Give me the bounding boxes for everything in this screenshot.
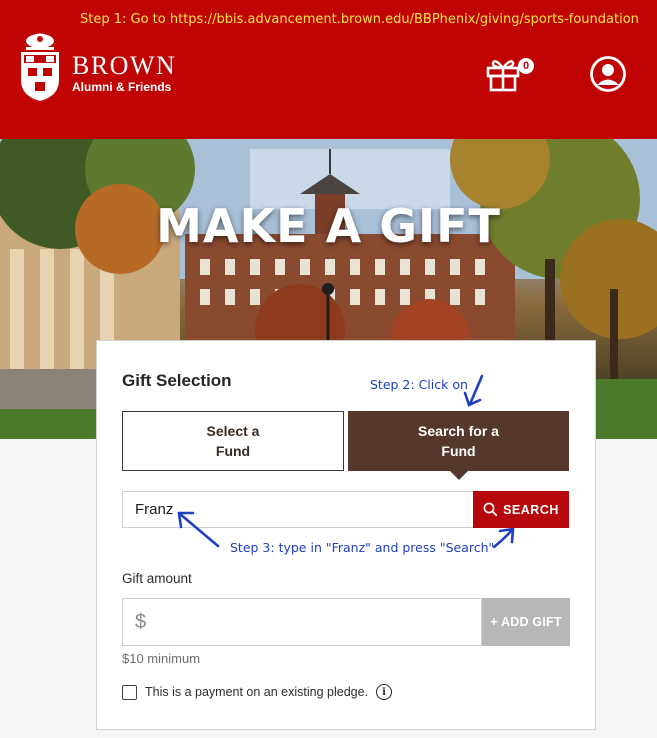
brand-name: BROWN xyxy=(72,51,177,80)
account-icon[interactable] xyxy=(589,55,627,93)
currency-symbol: $ xyxy=(135,611,147,633)
tab-search-label: Search for a Fund xyxy=(418,423,499,459)
step3-annotation: Step 3: type in "Franz" and press "Searc… xyxy=(230,540,495,555)
brand-lockup[interactable]: BROWN Alumni & Friends xyxy=(72,51,177,95)
site-header: Step 1: Go to https://bbis.advancement.b… xyxy=(0,0,657,139)
pledge-checkbox-row: This is a payment on an existing pledge.… xyxy=(122,684,393,700)
pledge-checkbox-label: This is a payment on an existing pledge. xyxy=(145,685,369,699)
tab-select-a-fund[interactable]: Select a Fund xyxy=(122,411,344,471)
fund-search-input[interactable] xyxy=(122,491,474,528)
gift-amount-label: Gift amount xyxy=(122,571,192,586)
add-gift-button[interactable]: + ADD GIFT xyxy=(482,598,570,646)
gift-amount-field-wrapper: $ xyxy=(122,598,482,646)
search-button-label: SEARCH xyxy=(503,502,559,517)
search-button[interactable]: SEARCH xyxy=(473,491,569,528)
tab-select-label: Select a Fund xyxy=(206,423,260,459)
step2-annotation: Step 2: Click on xyxy=(370,377,468,392)
gift-amount-input[interactable] xyxy=(158,599,478,645)
cart-count-badge: 0 xyxy=(518,58,534,74)
tab-search-for-a-fund[interactable]: Search for a Fund xyxy=(348,411,569,480)
hero-title: MAKE A GIFT xyxy=(156,199,501,253)
minimum-amount-text: $10 minimum xyxy=(122,651,201,666)
search-icon xyxy=(483,502,498,517)
pledge-checkbox[interactable] xyxy=(122,684,137,700)
info-icon[interactable]: i xyxy=(376,684,393,700)
gift-cart-icon[interactable] xyxy=(485,56,521,92)
step1-annotation: Step 1: Go to https://bbis.advancement.b… xyxy=(80,12,639,27)
gift-selection-title: Gift Selection xyxy=(122,371,232,390)
brown-shield-logo-icon[interactable] xyxy=(18,30,62,102)
gift-selection-card: Gift Selection Step 2: Click on Select a… xyxy=(96,340,596,730)
brand-subtitle: Alumni & Friends xyxy=(72,80,172,94)
